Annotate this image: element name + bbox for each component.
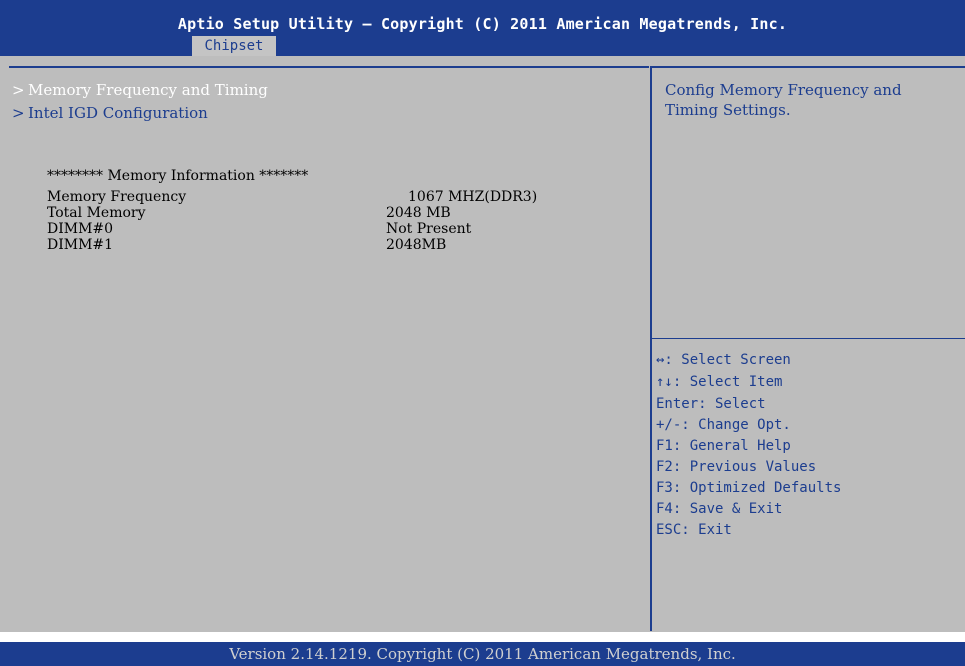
menu-item-label: Intel IGD Configuration [28, 104, 208, 122]
key-select-screen: ↔: Select Screen [656, 352, 791, 368]
key-save-exit: F4: Save & Exit [656, 501, 783, 517]
key-previous-values: F2: Previous Values [656, 459, 817, 475]
key-enter-select: Enter: Select [656, 396, 766, 412]
version-text: Version 2.14.1219. Copyright (C) 2011 Am… [229, 645, 736, 663]
dimm0-label: DIMM#0 [47, 221, 114, 237]
menu-item-memory-frequency-timing[interactable]: > Memory Frequency and Timing [12, 80, 268, 100]
key-optimized-defaults: F3: Optimized Defaults [656, 480, 842, 496]
key-change-opt: +/-: Change Opt. [656, 417, 791, 433]
main-area [0, 56, 965, 632]
total-memory-label: Total Memory [47, 205, 146, 221]
help-line: Config Memory Frequency and [665, 81, 902, 99]
key-select-item: ↑↓: Select Item [656, 374, 783, 390]
title-bar: Aptio Setup Utility – Copyright (C) 2011… [0, 0, 965, 56]
help-line: Timing Settings. [665, 101, 791, 119]
dimm0-value: Not Present [386, 221, 472, 237]
help-divider [652, 338, 965, 339]
memory-frequency-label: Memory Frequency [47, 189, 187, 205]
dimm1-label: DIMM#1 [47, 237, 114, 253]
menu-item-label: Memory Frequency and Timing [28, 81, 268, 99]
menu-item-intel-igd-configuration[interactable]: > Intel IGD Configuration [12, 103, 208, 123]
dimm1-value: 2048MB [386, 237, 447, 253]
tab-chipset[interactable]: Chipset [192, 36, 276, 56]
chevron-right-icon: > [12, 81, 25, 99]
footer-bar: Version 2.14.1219. Copyright (C) 2011 Am… [0, 642, 965, 666]
help-description: Config Memory Frequency and Timing Setti… [665, 80, 955, 120]
memory-frequency-value: 1067 MHZ(DDR3) [408, 189, 538, 205]
settings-panel [9, 66, 649, 631]
key-esc-exit: ESC: Exit [656, 522, 732, 538]
help-panel [650, 66, 965, 631]
key-general-help: F1: General Help [656, 438, 791, 454]
chevron-right-icon: > [12, 104, 25, 122]
total-memory-value: 2048 MB [386, 205, 451, 221]
app-title: Aptio Setup Utility – Copyright (C) 2011… [177, 15, 788, 33]
memory-info-heading: ******** Memory Information ******* [47, 168, 309, 184]
